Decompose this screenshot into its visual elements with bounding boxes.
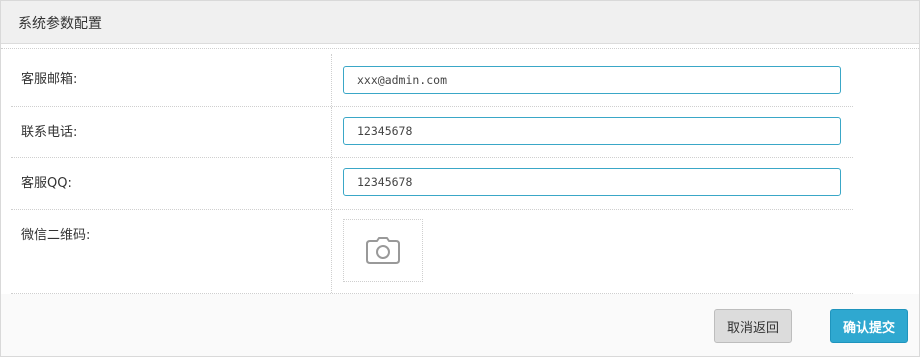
panel-header: 系统参数配置 [1, 1, 919, 44]
panel-title: 系统参数配置 [18, 16, 102, 32]
camera-icon [366, 237, 400, 264]
email-row: 客服邮箱: [11, 54, 853, 107]
submit-button[interactable]: 确认提交 [830, 309, 908, 343]
email-label: 客服邮箱: [21, 72, 78, 87]
qq-label-cell: 客服QQ: [11, 158, 332, 209]
email-label-cell: 客服邮箱: [11, 54, 332, 106]
form-top-divider [1, 48, 919, 49]
settings-panel: 系统参数配置 客服邮箱: 联系电话: 客服QQ: 微信二维码: [0, 0, 920, 357]
qq-label: 客服QQ: [21, 176, 72, 191]
phone-row: 联系电话: [11, 107, 853, 158]
wechat-qr-upload[interactable] [343, 219, 423, 282]
wechat-qr-label-cell: 微信二维码: [11, 210, 332, 293]
form-actions: 取消返回 确认提交 [1, 294, 919, 356]
wechat-qr-label: 微信二维码: [21, 228, 91, 243]
email-input[interactable] [343, 66, 841, 94]
settings-form: 客服邮箱: 联系电话: 客服QQ: 微信二维码: [1, 44, 919, 294]
qq-input[interactable] [343, 168, 841, 196]
cancel-button[interactable]: 取消返回 [714, 309, 792, 343]
phone-label-cell: 联系电话: [11, 107, 332, 157]
phone-input[interactable] [343, 117, 841, 145]
phone-label: 联系电话: [21, 125, 78, 140]
wechat-qr-row: 微信二维码: [11, 210, 853, 294]
qq-row: 客服QQ: [11, 158, 853, 210]
